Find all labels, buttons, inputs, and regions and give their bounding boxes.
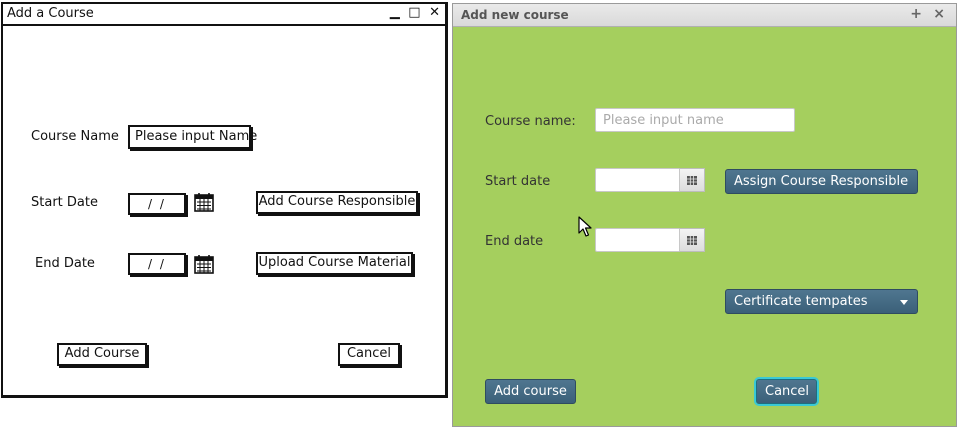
add-course-button[interactable]: Add Course <box>57 343 147 366</box>
maximize-icon[interactable]: □ <box>408 5 421 20</box>
close-icon[interactable]: ✕ <box>429 5 441 20</box>
end-date-label: End Date <box>35 256 95 271</box>
start-date-input[interactable] <box>595 168 679 192</box>
cancel-button[interactable]: Cancel <box>338 343 400 366</box>
calendar-icon <box>687 175 697 185</box>
mouse-pointer-icon <box>578 216 592 237</box>
close-icon[interactable]: × <box>933 6 945 22</box>
sketch-window: Add a Course ▁ □ ✕ Course Name Please in… <box>1 2 448 398</box>
chevron-down-icon <box>900 300 908 305</box>
add-course-button[interactable]: Add course <box>485 379 576 404</box>
course-name-field[interactable]: Please input Name <box>128 125 257 149</box>
start-date-picker-button[interactable] <box>679 168 705 192</box>
assign-course-responsible-button[interactable]: Assign Course Responsible <box>725 169 918 194</box>
fx-window: Add new course + × Course name: Start da… <box>452 3 957 427</box>
minimize-icon[interactable]: ▁ <box>390 5 401 20</box>
start-date-label: Start Date <box>31 195 98 210</box>
fx-window-title: Add new course <box>461 8 569 22</box>
certificate-template-dropdown[interactable]: Certificate tempates <box>725 289 918 314</box>
certificate-template-label: Certificate tempates <box>734 294 868 309</box>
cancel-button[interactable]: Cancel <box>756 379 817 404</box>
sketch-title-bar: Add a Course ▁ □ ✕ <box>3 4 445 26</box>
sketch-window-title: Add a Course <box>7 6 94 21</box>
fx-title-bar: Add new course + × <box>453 4 956 27</box>
end-date-input[interactable] <box>595 228 679 252</box>
start-date-field[interactable]: / / <box>128 193 186 215</box>
upload-course-material-button[interactable]: Upload Course Material <box>256 252 413 275</box>
course-name-input[interactable] <box>595 108 795 132</box>
fx-content-pane: Course name: Start date Assign Course Re… <box>455 27 954 424</box>
calendar-icon[interactable] <box>194 192 214 212</box>
maximize-icon[interactable]: + <box>910 6 922 22</box>
add-course-responsible-button[interactable]: Add Course Responsible <box>256 191 418 214</box>
course-name-label: Course Name <box>31 129 119 144</box>
end-date-label: End date <box>485 234 544 249</box>
start-date-label: Start date <box>485 174 551 189</box>
end-date-field[interactable]: / / <box>128 253 186 275</box>
course-name-label: Course name: <box>485 114 576 129</box>
calendar-icon[interactable] <box>194 254 214 274</box>
end-date-picker-button[interactable] <box>679 228 705 252</box>
calendar-icon <box>687 235 697 245</box>
